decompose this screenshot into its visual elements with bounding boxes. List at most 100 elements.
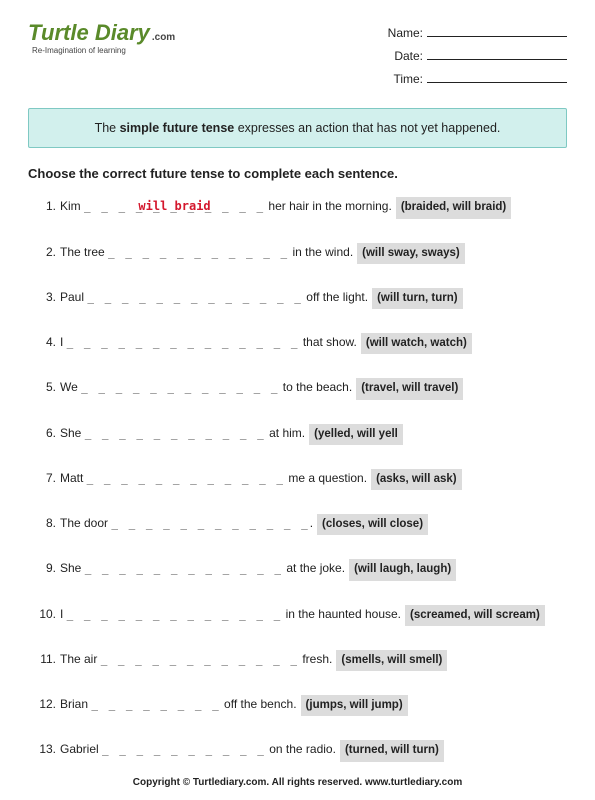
answer-blank[interactable]: _ _ _ _ _ _ _ _ _ _ _	[108, 246, 289, 259]
question-pre: Brian	[60, 697, 91, 711]
instruction-pre: The	[95, 121, 120, 135]
question-body: I _ _ _ _ _ _ _ _ _ _ _ _ _ in the haunt…	[60, 605, 567, 626]
options-hint: (smells, will smell)	[336, 650, 447, 671]
question-body: Matt _ _ _ _ _ _ _ _ _ _ _ _ me a questi…	[60, 469, 567, 490]
question-number: 3.	[34, 288, 56, 306]
options-hint: (jumps, will jump)	[301, 695, 408, 716]
question-post: off the bench.	[221, 697, 297, 711]
time-label: Time:	[393, 72, 423, 86]
question-post: on the radio.	[266, 742, 336, 756]
question-number: 2.	[34, 243, 56, 261]
options-hint: (will watch, watch)	[361, 333, 472, 354]
question-row: 2.The tree _ _ _ _ _ _ _ _ _ _ _ in the …	[34, 243, 567, 264]
logo-main: Turtle Diary.com	[28, 22, 175, 44]
answer-blank[interactable]: _ _ _ _ _ _ _ _ _ _ _ _ _ _	[67, 336, 300, 349]
question-number: 8.	[34, 514, 56, 532]
question-number: 12.	[34, 695, 56, 713]
question-number: 6.	[34, 424, 56, 442]
question-pre: The tree	[60, 245, 108, 259]
question-body: She _ _ _ _ _ _ _ _ _ _ _ _ at the joke.…	[60, 559, 567, 580]
name-label: Name:	[388, 26, 423, 40]
name-blank[interactable]	[427, 25, 567, 37]
answer-blank[interactable]: _ _ _ _ _ _ _ _ _ _ _will braid	[84, 200, 265, 213]
question-body: The tree _ _ _ _ _ _ _ _ _ _ _ in the wi…	[60, 243, 567, 264]
instruction-bold: simple future tense	[120, 121, 235, 135]
question-row: 7.Matt _ _ _ _ _ _ _ _ _ _ _ _ me a ques…	[34, 469, 567, 490]
logo-text: Turtle Diary	[28, 20, 150, 45]
options-hint: (screamed, will scream)	[405, 605, 545, 626]
answer-blank[interactable]: _ _ _ _ _ _ _ _ _ _ _ _ _	[67, 608, 283, 621]
question-body: Gabriel _ _ _ _ _ _ _ _ _ _ on the radio…	[60, 740, 567, 761]
options-hint: (asks, will ask)	[371, 469, 462, 490]
question-row: 8.The door _ _ _ _ _ _ _ _ _ _ _ _.(clos…	[34, 514, 567, 535]
logo-tagline: Re-Imagination of learning	[32, 46, 175, 55]
info-fields: Name: Date: Time:	[388, 22, 567, 90]
question-number: 7.	[34, 469, 56, 487]
question-row: 4.I _ _ _ _ _ _ _ _ _ _ _ _ _ _ that sho…	[34, 333, 567, 354]
question-number: 5.	[34, 378, 56, 396]
answer-blank[interactable]: _ _ _ _ _ _ _ _ _ _ _ _	[85, 562, 283, 575]
question-body: The air _ _ _ _ _ _ _ _ _ _ _ _ fresh. (s…	[60, 650, 567, 671]
question-post: at him.	[266, 426, 305, 440]
question-row: 6.She _ _ _ _ _ _ _ _ _ _ _ at him.(yell…	[34, 424, 567, 445]
answer-blank[interactable]: _ _ _ _ _ _ _ _ _ _ _ _	[87, 472, 285, 485]
options-hint: (will turn, turn)	[372, 288, 462, 309]
question-pre: She	[60, 561, 85, 575]
answer-blank[interactable]: _ _ _ _ _ _ _ _ _ _ _ _	[101, 653, 299, 666]
question-post: her hair in the morning.	[265, 199, 392, 213]
question-pre: Kim	[60, 199, 84, 213]
question-row: 13.Gabriel _ _ _ _ _ _ _ _ _ _ on the ra…	[34, 740, 567, 761]
question-pre: Gabriel	[60, 742, 102, 756]
question-row: 5.We _ _ _ _ _ _ _ _ _ _ _ _ to the beac…	[34, 378, 567, 399]
question-pre: I	[60, 335, 67, 349]
question-body: We _ _ _ _ _ _ _ _ _ _ _ _ to the beach.…	[60, 378, 567, 399]
question-body: She _ _ _ _ _ _ _ _ _ _ _ at him.(yelled…	[60, 424, 567, 445]
options-hint: (will sway, sways)	[357, 243, 465, 264]
answer-blank[interactable]: _ _ _ _ _ _ _ _ _ _ _ _	[111, 517, 309, 530]
question-post: in the wind.	[289, 245, 353, 259]
question-post: in the haunted house.	[282, 607, 401, 621]
date-blank[interactable]	[427, 48, 567, 60]
answer-blank[interactable]: _ _ _ _ _ _ _ _ _ _ _ _	[81, 381, 279, 394]
question-row: 11.The air _ _ _ _ _ _ _ _ _ _ _ _ fresh…	[34, 650, 567, 671]
question-row: 9.She _ _ _ _ _ _ _ _ _ _ _ _ at the jok…	[34, 559, 567, 580]
question-post: me a question.	[285, 471, 367, 485]
date-line: Date:	[388, 45, 567, 68]
answer-blank[interactable]: _ _ _ _ _ _ _ _	[91, 698, 220, 711]
options-hint: (will laugh, laugh)	[349, 559, 456, 580]
date-label: Date:	[394, 49, 423, 63]
time-blank[interactable]	[427, 71, 567, 83]
question-body: Kim _ _ _ _ _ _ _ _ _ _ _will braid her …	[60, 197, 567, 218]
question-post: off the light.	[303, 290, 368, 304]
question-number: 9.	[34, 559, 56, 577]
question-pre: The air	[60, 652, 101, 666]
question-row: 12. Brian _ _ _ _ _ _ _ _ off the bench. (…	[34, 695, 567, 716]
question-pre: Paul	[60, 290, 87, 304]
question-body: Paul _ _ _ _ _ _ _ _ _ _ _ _ _ off the l…	[60, 288, 567, 309]
question-pre: I	[60, 607, 67, 621]
question-body: I _ _ _ _ _ _ _ _ _ _ _ _ _ _ that show.…	[60, 333, 567, 354]
directions: Choose the correct future tense to compl…	[28, 166, 567, 181]
question-pre: The door	[60, 516, 111, 530]
question-pre: We	[60, 380, 81, 394]
question-number: 10.	[34, 605, 56, 623]
options-hint: (turned, will turn)	[340, 740, 444, 761]
question-post: fresh.	[299, 652, 332, 666]
question-number: 1.	[34, 197, 56, 215]
question-post: at the joke.	[283, 561, 345, 575]
name-line: Name:	[388, 22, 567, 45]
logo-dotcom: .com	[152, 32, 175, 43]
answer-blank[interactable]: _ _ _ _ _ _ _ _ _ _	[102, 743, 266, 756]
question-row: 3.Paul _ _ _ _ _ _ _ _ _ _ _ _ _ off the…	[34, 288, 567, 309]
question-pre: She	[60, 426, 85, 440]
answer-blank[interactable]: _ _ _ _ _ _ _ _ _ _ _	[85, 427, 266, 440]
question-row: 10.I _ _ _ _ _ _ _ _ _ _ _ _ _ in the ha…	[34, 605, 567, 626]
question-number: 4.	[34, 333, 56, 351]
logo: Turtle Diary.com Re-Imagination of learn…	[28, 22, 175, 90]
question-number: 11.	[34, 650, 56, 668]
options-hint: (travel, will travel)	[356, 378, 463, 399]
question-post: to the beach.	[279, 380, 352, 394]
header: Turtle Diary.com Re-Imagination of learn…	[28, 22, 567, 90]
question-body: Brian _ _ _ _ _ _ _ _ off the bench. (jum…	[60, 695, 567, 716]
answer-blank[interactable]: _ _ _ _ _ _ _ _ _ _ _ _ _	[87, 291, 303, 304]
